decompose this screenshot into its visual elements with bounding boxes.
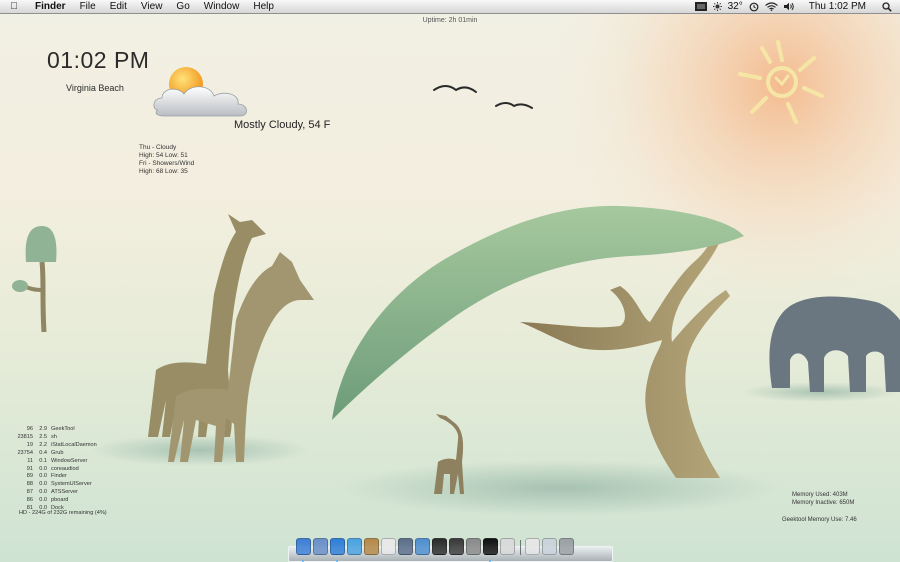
wifi-icon[interactable] bbox=[764, 2, 778, 11]
apple-icon[interactable]:  bbox=[0, 1, 28, 12]
time-machine-icon[interactable] bbox=[749, 2, 759, 12]
spotlight-icon[interactable] bbox=[882, 1, 892, 12]
dock-icons bbox=[296, 538, 574, 555]
process-row: 91 0.0 coreaudiod bbox=[26, 465, 79, 472]
display-icon[interactable] bbox=[694, 2, 707, 11]
iphoto-icon[interactable] bbox=[398, 538, 413, 555]
menu-go[interactable]: Go bbox=[169, 0, 196, 14]
system-preferences-icon[interactable] bbox=[466, 538, 481, 555]
menu-edit[interactable]: Edit bbox=[103, 0, 134, 14]
forecast-line: High: 54 Low: 51 bbox=[139, 152, 188, 159]
process-row: 87 0.0 ATSServer bbox=[26, 489, 78, 496]
disk-space-readout: HD - 224G of 232G remaining (4%) bbox=[19, 510, 107, 516]
menu-bar:  Finder File Edit View Go Window Help 3… bbox=[0, 0, 900, 14]
process-row: 86 0.0 pboard bbox=[26, 497, 69, 504]
dock-separator bbox=[517, 538, 523, 555]
partly-cloudy-icon bbox=[153, 67, 247, 117]
menu-window[interactable]: Window bbox=[197, 0, 247, 14]
memory-readout: Memory Used: 403M Memory Inactive: 650M bbox=[792, 492, 854, 507]
process-row: 88 0.0 SystemUIServer bbox=[26, 481, 92, 488]
weather-city: Virginia Beach bbox=[66, 83, 124, 93]
documents-stack-icon[interactable] bbox=[525, 538, 540, 555]
geektool-memory-readout: Geektool Memory Use: 7.46 bbox=[782, 517, 857, 523]
memory-used: Memory Used: 403M bbox=[792, 492, 848, 498]
photo-booth-icon[interactable] bbox=[432, 538, 447, 555]
weather-status-icon[interactable] bbox=[712, 2, 722, 11]
trash-icon[interactable] bbox=[559, 538, 574, 555]
uptime-readout: Uptime: 2h 01min bbox=[422, 17, 478, 24]
process-list: 96 2.9 GeekTool 23815 2.5 sh 19 2.2 iStatLocal… bbox=[8, 426, 97, 513]
menubar-clock[interactable]: Thu 1:02 PM bbox=[809, 1, 866, 12]
forecast-line: Thu - Cloudy bbox=[139, 144, 177, 151]
process-row: 11 0.1 WindowServer bbox=[27, 457, 88, 464]
forecast-line: Fri - Showers/Wind bbox=[139, 160, 195, 167]
forecast-line: High: 68 Low: 35 bbox=[139, 168, 188, 175]
mail-icon[interactable] bbox=[313, 538, 328, 555]
process-row: 19 2.2 iStatLocalDaemon bbox=[26, 441, 97, 448]
process-row: 23754 0.4 Grub bbox=[17, 449, 64, 456]
dvd-player-icon[interactable] bbox=[449, 538, 464, 555]
weather-condition: Mostly Cloudy, 54 F bbox=[234, 119, 331, 131]
process-row: 96 2.9 GeekTool bbox=[26, 426, 75, 432]
finder-icon[interactable] bbox=[296, 538, 311, 555]
menu-file[interactable]: File bbox=[73, 0, 103, 14]
ical-icon[interactable] bbox=[381, 538, 396, 555]
weather-forecast: Thu - Cloudy High: 54 Low: 51 Fri - Show… bbox=[139, 144, 194, 176]
itunes-icon[interactable] bbox=[415, 538, 430, 555]
ichat-icon[interactable] bbox=[347, 538, 362, 555]
volume-icon[interactable] bbox=[783, 2, 795, 11]
menu-help[interactable]: Help bbox=[246, 0, 281, 14]
process-row: 89 0.0 Finder bbox=[26, 473, 67, 480]
process-row: 23815 2.5 sh bbox=[17, 433, 57, 440]
safari-icon[interactable] bbox=[330, 538, 345, 555]
preview-icon[interactable] bbox=[500, 538, 515, 555]
desktop-wallpaper bbox=[0, 0, 900, 562]
menu-finder[interactable]: Finder bbox=[28, 0, 73, 14]
dock bbox=[288, 535, 613, 562]
menu-view[interactable]: View bbox=[134, 0, 170, 14]
downloads-stack-icon[interactable] bbox=[542, 538, 557, 555]
temperature-readout[interactable]: 32° bbox=[728, 1, 743, 12]
desktop-clock: 01:02 PM bbox=[47, 47, 150, 73]
memory-inactive: Memory Inactive: 650M bbox=[792, 499, 855, 506]
address-book-icon[interactable] bbox=[364, 538, 379, 555]
terminal-icon[interactable] bbox=[483, 538, 498, 555]
